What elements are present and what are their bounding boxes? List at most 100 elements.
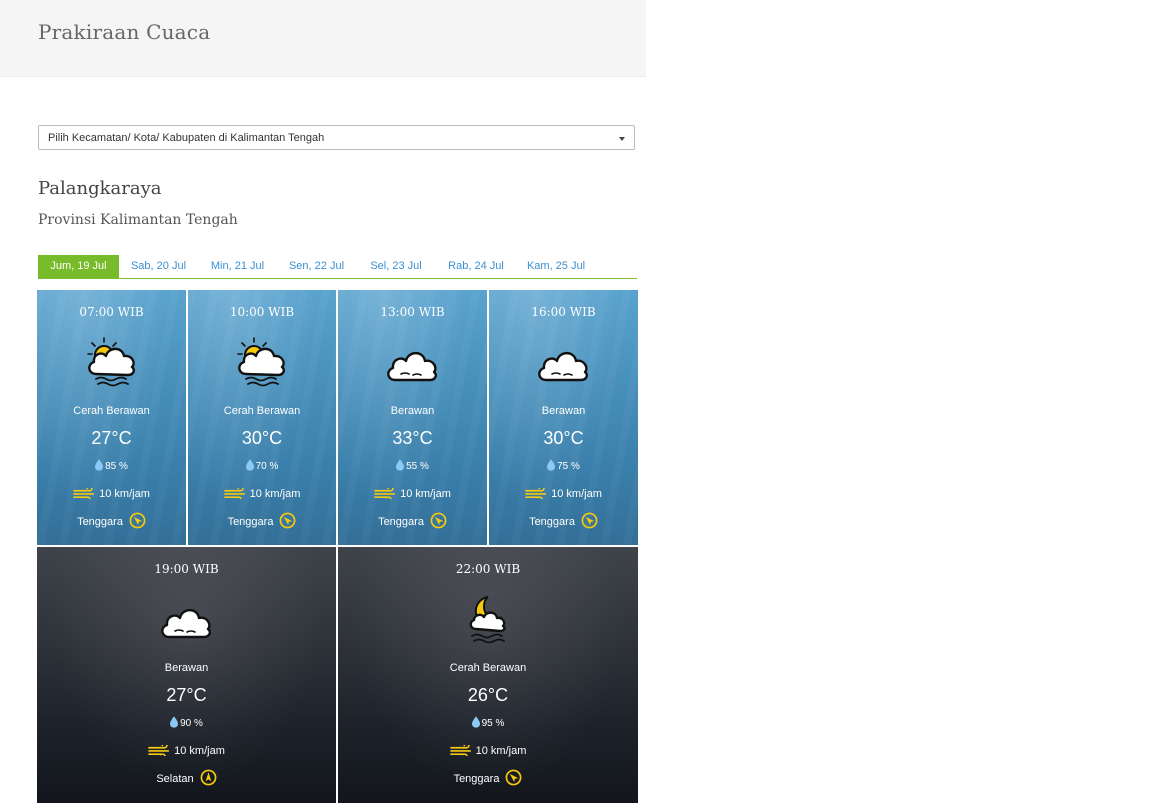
wind-direction-label: Tenggara <box>453 773 500 785</box>
forecast-wind-direction: Tenggara <box>338 512 487 529</box>
card-background <box>338 547 638 803</box>
sun-cloud-icon <box>82 334 142 394</box>
forecast-temperature: 27°C <box>91 428 132 448</box>
forecast-wind-direction: Tenggara <box>188 512 336 529</box>
forecast-temperature: 30°C <box>241 428 283 448</box>
humidity-value: 95 % <box>481 718 505 729</box>
cloud-icon <box>157 591 217 651</box>
droplet-icon <box>95 459 105 472</box>
wind-direction-label: Tenggara <box>378 516 424 528</box>
tab-day-3[interactable]: Sen, 22 Jul <box>277 255 356 278</box>
forecast-wind: 10 km/jam <box>489 485 638 503</box>
tab-day-1[interactable]: Sab, 20 Jul <box>119 255 198 278</box>
wind-direction-label: Tenggara <box>77 516 123 528</box>
forecast-time: 22:00 WIB <box>455 562 521 576</box>
forecast-humidity: 85 % <box>37 459 186 472</box>
compass-icon <box>575 512 598 529</box>
forecast-card: 19:00 WIB Berawan 27°C 90 % 10 km/jam Selatan <box>37 547 336 803</box>
forecast-humidity: 90 % <box>37 716 336 729</box>
forecast-wind-direction: Tenggara <box>489 512 638 529</box>
tab-day-5[interactable]: Rab, 24 Jul <box>436 255 516 278</box>
forecast-card: 16:00 WIB Berawan 30°C 75 % 10 km/jam Tenggar… <box>489 290 638 545</box>
wind-speed: 10 km/jam <box>249 488 301 500</box>
wind-direction-label: Tenggara <box>529 516 575 528</box>
sun-cloud-icon <box>232 334 292 394</box>
day-tabs: Jum, 19 Jul Sab, 20 Jul Min, 21 Jul Sen, 22… <box>38 255 637 279</box>
humidity-value: 70 % <box>255 461 279 472</box>
location-select[interactable]: Pilih Kecamatan/ Kota/ Kabupaten di Kali… <box>38 125 635 150</box>
wind-speed: 10 km/jam <box>99 488 150 500</box>
wind-icon <box>148 742 174 760</box>
forecast-temperature: 27°C <box>166 685 207 705</box>
forecast-wind-direction: Tenggara <box>338 769 638 786</box>
wind-icon <box>449 742 476 760</box>
page-header: Prakiraan Cuaca <box>0 0 646 77</box>
droplet-icon <box>245 459 256 472</box>
city-title: Palangkaraya <box>38 178 162 199</box>
humidity-value: 55 % <box>406 461 429 472</box>
cloud-icon <box>534 334 594 394</box>
card-background <box>489 290 638 545</box>
forecast-card: 10:00 WIB Cerah Berawan 30°C 70 % 10 km/jam T… <box>188 290 336 545</box>
tab-day-2[interactable]: Min, 21 Jul <box>198 255 277 278</box>
forecast-condition: Cerah Berawan <box>73 405 150 417</box>
humidity-value: 90 % <box>180 718 203 729</box>
forecast-time: 10:00 WIB <box>229 305 295 319</box>
forecast-card: 22:00 WIB Cerah Berawan 26°C 95 % 10 km/jam T… <box>338 547 638 803</box>
forecast-humidity: 70 % <box>188 459 336 472</box>
forecast-humidity: 75 % <box>489 459 638 472</box>
forecast-wind: 10 km/jam <box>338 742 638 760</box>
humidity-value: 85 % <box>105 461 128 472</box>
droplet-icon <box>170 716 180 729</box>
forecast-grid: 07:00 WIB Cerah Berawan 27°C 85 % 10 km/jam T… <box>37 290 638 803</box>
tab-day-6[interactable]: Kam, 25 Jul <box>516 255 596 278</box>
forecast-wind: 10 km/jam <box>37 742 336 760</box>
forecast-condition: Berawan <box>541 405 586 417</box>
chevron-down-icon <box>619 137 625 141</box>
forecast-time: 19:00 WIB <box>154 562 219 576</box>
moon-cloud-icon <box>458 591 518 651</box>
card-background <box>37 290 186 545</box>
forecast-time: 07:00 WIB <box>79 305 144 319</box>
wind-speed: 10 km/jam <box>475 745 527 757</box>
card-background <box>338 290 487 545</box>
compass-icon <box>273 512 296 529</box>
wind-direction-label: Tenggara <box>227 516 274 528</box>
forecast-wind: 10 km/jam <box>188 485 336 503</box>
forecast-wind: 10 km/jam <box>338 485 487 503</box>
forecast-card: 07:00 WIB Cerah Berawan 27°C 85 % 10 km/jam T… <box>37 290 186 545</box>
wind-icon <box>525 485 551 503</box>
forecast-time: 16:00 WIB <box>531 305 596 319</box>
forecast-time: 13:00 WIB <box>380 305 445 319</box>
forecast-humidity: 55 % <box>338 459 487 472</box>
forecast-wind-direction: Tenggara <box>37 512 186 529</box>
card-background <box>37 547 336 803</box>
compass-icon <box>194 769 217 786</box>
compass-icon <box>499 769 522 786</box>
wind-direction-label: Selatan <box>156 773 194 785</box>
tab-day-4[interactable]: Sel, 23 Jul <box>356 255 436 278</box>
wind-icon <box>374 485 400 503</box>
forecast-temperature: 26°C <box>467 685 509 705</box>
forecast-card: 13:00 WIB Berawan 33°C 55 % 10 km/jam Tenggar… <box>338 290 487 545</box>
location-select-value: Pilih Kecamatan/ Kota/ Kabupaten di Kali… <box>48 132 325 144</box>
wind-icon <box>223 485 250 503</box>
card-background <box>188 290 336 545</box>
tab-day-0[interactable]: Jum, 19 Jul <box>38 255 119 278</box>
compass-icon <box>424 512 447 529</box>
forecast-temperature: 30°C <box>543 428 584 448</box>
droplet-icon <box>547 459 557 472</box>
humidity-value: 75 % <box>557 461 580 472</box>
droplet-icon <box>396 459 406 472</box>
wind-speed: 10 km/jam <box>551 488 602 500</box>
droplet-icon <box>471 716 482 729</box>
forecast-wind-direction: Selatan <box>37 769 336 786</box>
forecast-wind: 10 km/jam <box>37 485 186 503</box>
forecast-condition: Cerah Berawan <box>449 662 527 674</box>
wind-icon <box>73 485 99 503</box>
page-title: Prakiraan Cuaca <box>38 20 211 44</box>
forecast-condition: Berawan <box>390 405 435 417</box>
compass-icon <box>123 512 146 529</box>
wind-speed: 10 km/jam <box>400 488 451 500</box>
province-subtitle: Provinsi Kalimantan Tengah <box>38 212 238 228</box>
